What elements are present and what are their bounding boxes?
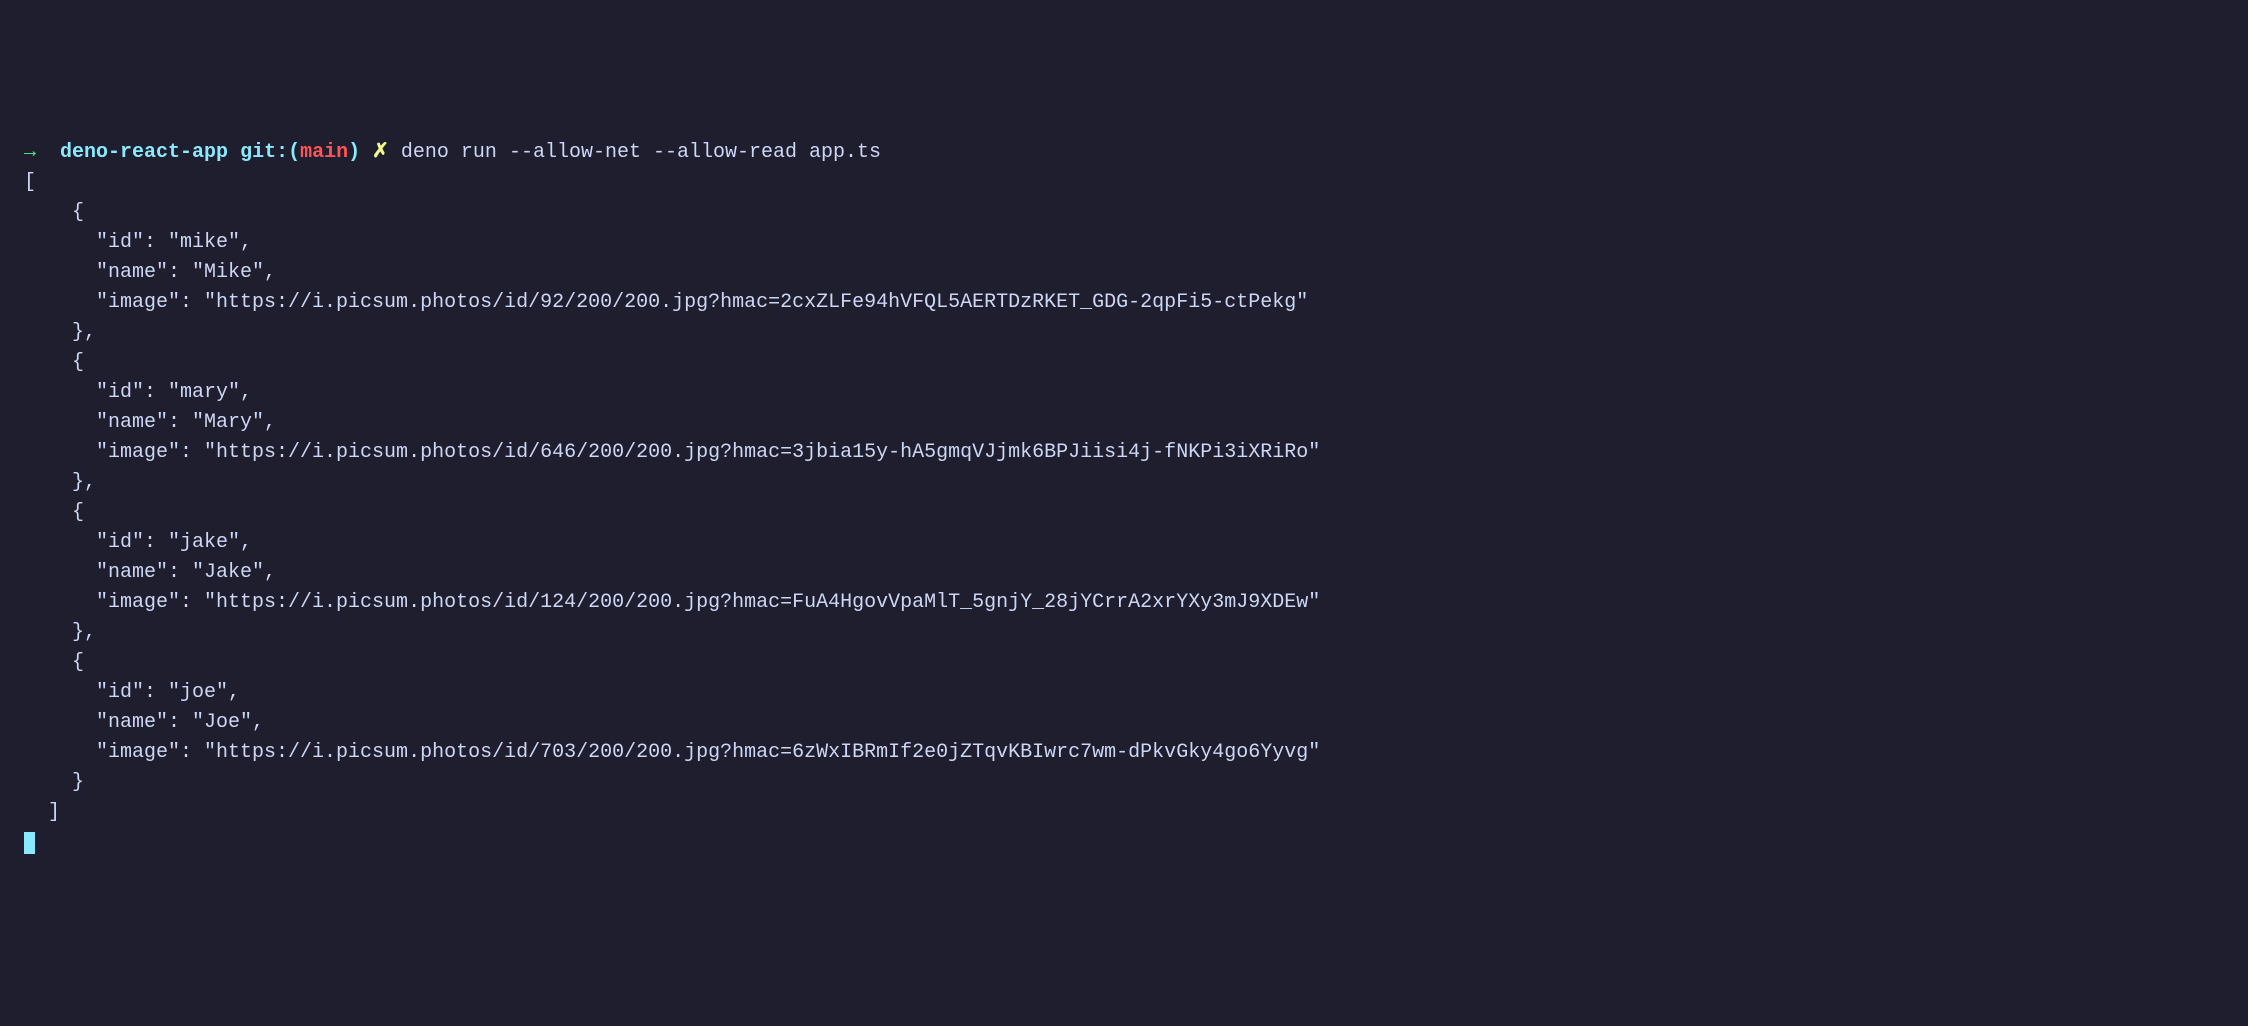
directory-name: deno-react-app [60,141,228,164]
output-line: "name": "Jake", [24,561,276,584]
output-line: [ [24,171,36,194]
output-line: "id": "jake", [24,531,252,554]
output-line: "name": "Mary", [24,411,276,434]
command-text: deno run --allow-net --allow-read app.ts [401,141,881,164]
output-line: } [24,771,84,794]
output-line: { [24,351,84,374]
prompt-line: → deno-react-app git:(main) ✗ deno run -… [24,141,881,164]
output-line: }, [24,321,96,344]
output-line: "image": "https://i.picsum.photos/id/703… [24,741,1320,764]
output-line: "id": "mary", [24,381,252,404]
output-line: "image": "https://i.picsum.photos/id/92/… [24,291,1308,314]
output-line: "id": "joe", [24,681,240,704]
cursor-icon [24,832,35,854]
terminal-container[interactable]: → deno-react-app git:(main) ✗ deno run -… [24,138,2224,858]
output-line: { [24,501,84,524]
output-line: { [24,201,84,224]
output-line: "image": "https://i.picsum.photos/id/124… [24,591,1320,614]
output-line: "name": "Mike", [24,261,276,284]
dirty-symbol-icon: ✗ [372,141,389,164]
git-close-paren: ) [348,141,360,164]
output-line: ] [24,801,60,824]
arrow-icon: → [24,141,36,164]
output-line: "image": "https://i.picsum.photos/id/646… [24,441,1320,464]
output-line: }, [24,621,96,644]
git-label: git:( [240,141,300,164]
output-line: "id": "mike", [24,231,252,254]
output-line: "name": "Joe", [24,711,264,734]
output-line: }, [24,471,96,494]
git-branch: main [300,141,348,164]
output-line: { [24,651,84,674]
